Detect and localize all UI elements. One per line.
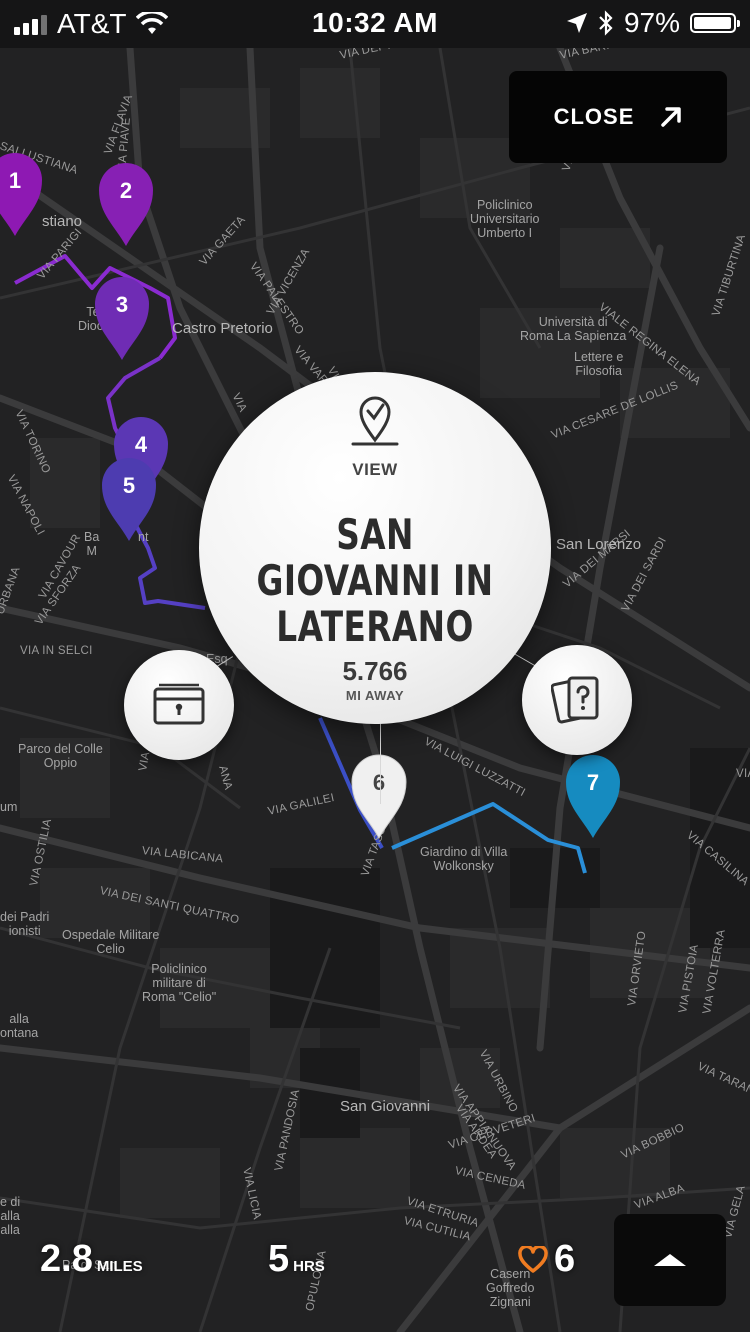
location-arrow-icon bbox=[566, 13, 587, 33]
map-pin-icon bbox=[566, 755, 620, 838]
map-pin-icon bbox=[95, 277, 149, 360]
bluetooth-icon bbox=[599, 10, 613, 36]
battery-icon bbox=[690, 13, 740, 33]
area-label: stiano bbox=[42, 213, 83, 230]
area-label: Parco del Colle Oppio bbox=[18, 742, 103, 770]
area-label: e di alla alla bbox=[0, 1195, 21, 1237]
expand-button[interactable] bbox=[614, 1214, 726, 1306]
stop-pin-6[interactable]: 6 bbox=[350, 752, 408, 842]
area-label: Giardino di Villa Wolkonsky bbox=[420, 845, 508, 873]
map-pin-icon bbox=[0, 153, 42, 236]
area-label: Policlinico militare di Roma "Celio" bbox=[142, 962, 217, 1004]
heart-icon bbox=[518, 1245, 548, 1273]
stop-pin-5[interactable]: 5 bbox=[100, 455, 158, 545]
time-stat: 5 HRS bbox=[268, 1238, 325, 1281]
stop-pin-1[interactable]: 1 bbox=[0, 150, 44, 240]
area-label: um bbox=[0, 800, 18, 814]
stop-number: 5 bbox=[122, 473, 136, 498]
stop-pin-3[interactable]: 3 bbox=[93, 274, 151, 364]
hours-unit: HRS bbox=[293, 1258, 325, 1275]
status-right: 97% bbox=[566, 7, 740, 39]
area-label: Lettere e Filosofia bbox=[574, 350, 624, 378]
hours-value: 5 bbox=[268, 1238, 290, 1280]
stop-pin-2[interactable]: 2 bbox=[97, 160, 155, 250]
distance-stat: 2.8 MILES bbox=[40, 1238, 143, 1281]
close-button[interactable]: CLOSE bbox=[509, 71, 727, 163]
stop-number: 1 bbox=[8, 168, 22, 193]
stop-number: 2 bbox=[119, 178, 133, 203]
question-cards-icon bbox=[551, 676, 599, 724]
map-pin-icon bbox=[102, 458, 156, 541]
battery-percent: 97% bbox=[623, 7, 680, 38]
location-check-icon bbox=[351, 396, 399, 446]
view-label[interactable]: VIEW bbox=[199, 460, 551, 480]
area-label: San Giovanni bbox=[340, 1098, 431, 1115]
likes-value: 6 bbox=[554, 1238, 576, 1280]
selected-stop-card[interactable]: VIEW SAN GIOVANNI IN LATERANO 5.766 MI A… bbox=[199, 372, 551, 724]
street-label: VIA PR bbox=[736, 768, 750, 780]
chevron-up-icon bbox=[654, 1254, 686, 1266]
miles-unit: MILES bbox=[96, 1258, 143, 1275]
app-root: AT&T 10:32 AM 97% VIA BARI SALLUSTIANA V… bbox=[0, 0, 750, 1332]
area-label: Università di Roma La Sapienza bbox=[520, 315, 627, 343]
miles-value: 2.8 bbox=[40, 1238, 93, 1280]
close-label: CLOSE bbox=[553, 104, 635, 129]
trivia-button[interactable] bbox=[522, 645, 632, 755]
distance-value: 5.766 bbox=[342, 656, 408, 686]
treasure-chest-icon bbox=[153, 683, 205, 725]
map-pin-icon bbox=[351, 754, 407, 840]
place-name: SAN GIOVANNI IN LATERANO bbox=[256, 510, 494, 651]
arrow-up-right-icon bbox=[661, 107, 682, 127]
connector-line bbox=[380, 724, 381, 804]
distance-unit: MI AWAY bbox=[345, 688, 405, 703]
street-label: VIA IN SELCI bbox=[20, 645, 93, 657]
map-pin-icon bbox=[99, 163, 153, 246]
stop-number: 7 bbox=[586, 770, 600, 795]
area-label: Policlinico Universitario Umberto I bbox=[470, 198, 540, 240]
area-label: Castro Pretorio bbox=[172, 320, 273, 337]
stop-number: 6 bbox=[372, 770, 386, 795]
area-label: alla ontana bbox=[0, 1012, 39, 1040]
area-label: San Lorenzo bbox=[556, 536, 642, 553]
area-label: dei Padri ionisti bbox=[0, 910, 50, 938]
treasure-button[interactable] bbox=[124, 650, 234, 760]
battery-fill bbox=[694, 17, 731, 29]
stop-pin-7[interactable]: 7 bbox=[564, 752, 622, 842]
stop-number: 3 bbox=[115, 292, 129, 317]
area-label: Ba M bbox=[84, 530, 100, 558]
area-label: Ospedale Militare Celio bbox=[62, 928, 160, 956]
status-bar: AT&T 10:32 AM 97% bbox=[0, 0, 750, 48]
likes-stat[interactable]: 6 bbox=[518, 1238, 575, 1281]
